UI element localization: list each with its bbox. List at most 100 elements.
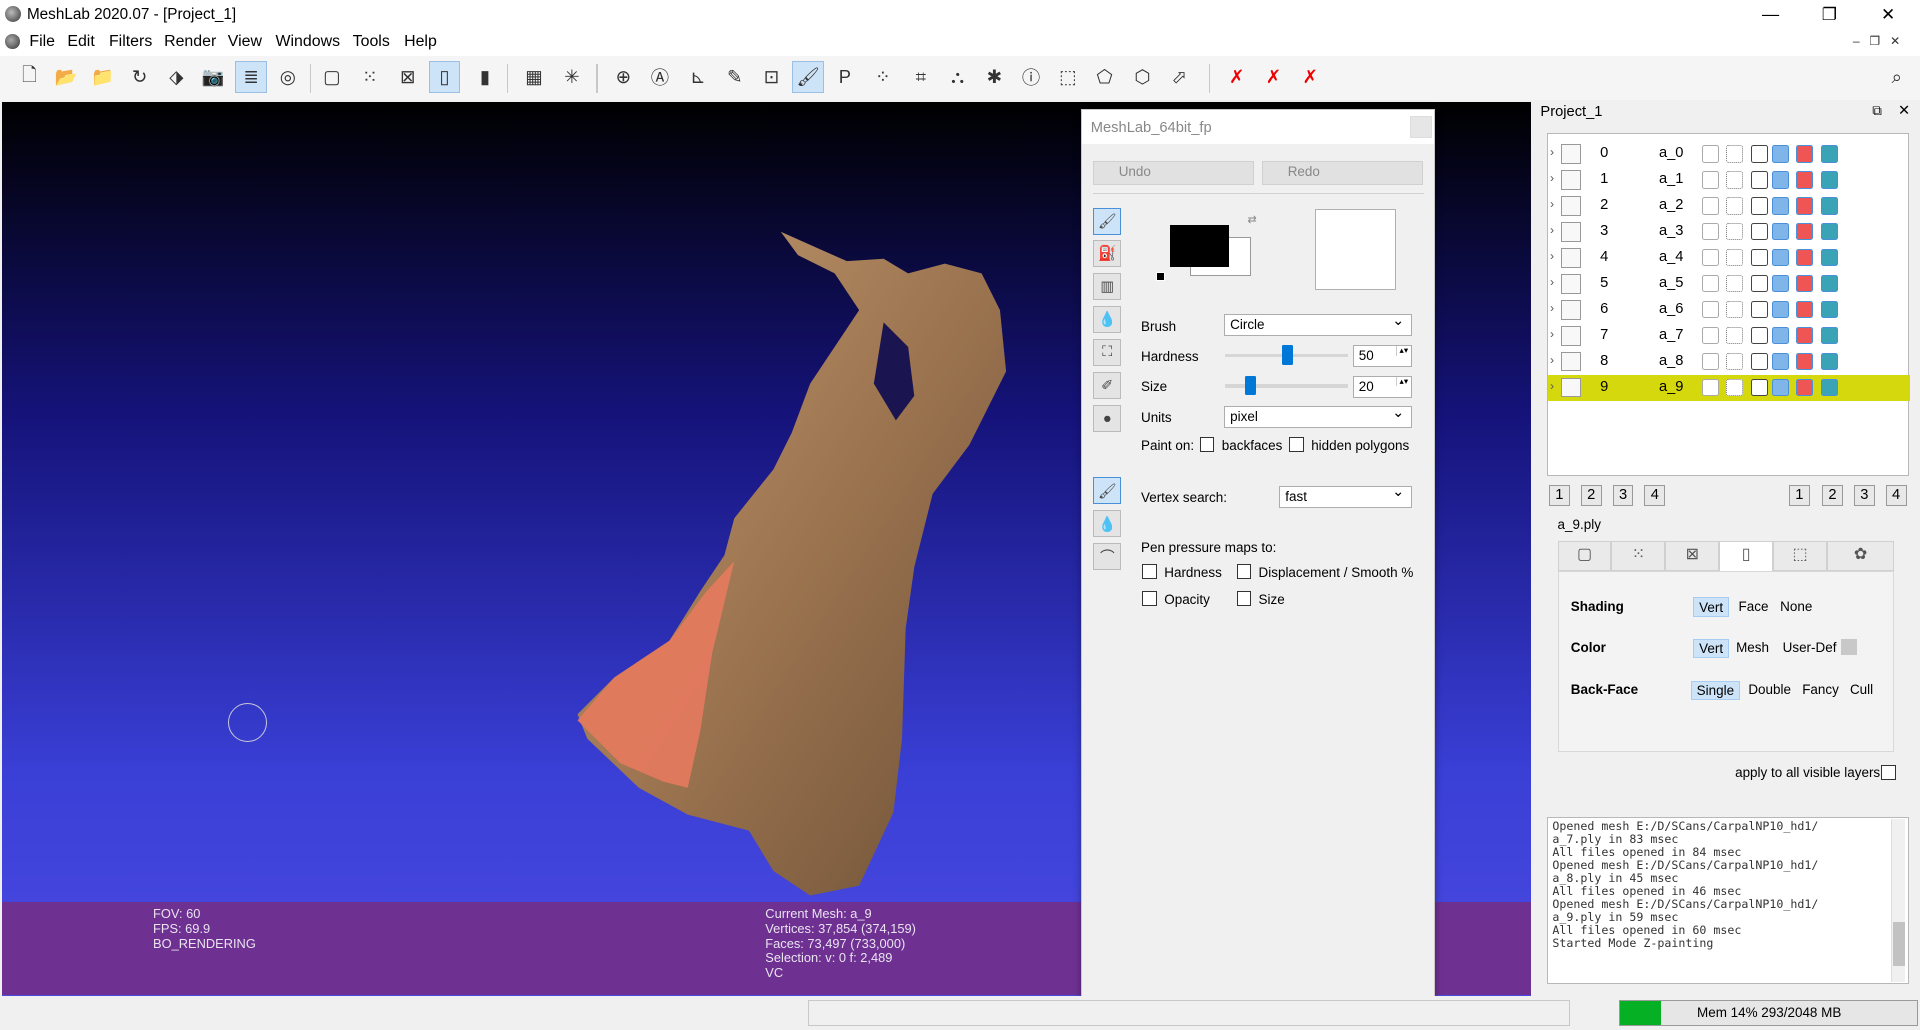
tab-other-icon[interactable]: ✿ xyxy=(1826,541,1895,571)
bbox-icon[interactable]: ▢ xyxy=(316,61,348,93)
axes-icon[interactable]: ✳ xyxy=(556,61,588,93)
layer-row[interactable]: › 1 a_1 xyxy=(1548,168,1910,194)
backface-fancy-button[interactable]: Fancy xyxy=(1802,682,1839,697)
wire-layer-icon[interactable] xyxy=(1750,145,1768,163)
tab-points-icon[interactable]: ⁙ xyxy=(1611,541,1666,571)
texture-layer-icon[interactable] xyxy=(1796,353,1814,371)
points-layer-icon[interactable] xyxy=(1726,249,1744,267)
undo-button[interactable]: Undo xyxy=(1093,161,1254,185)
backfaces-checkbox[interactable] xyxy=(1199,436,1215,452)
select-mesh-icon[interactable]: ⬠ xyxy=(1089,61,1121,93)
expand-arrow-icon[interactable]: › xyxy=(1550,275,1554,289)
expand-arrow-icon[interactable]: › xyxy=(1550,353,1554,367)
open-project-icon[interactable]: 📂 xyxy=(50,61,82,93)
delete-faces-icon[interactable]: ✗ xyxy=(1258,61,1290,93)
layer-row[interactable]: › 4 a_4 xyxy=(1548,246,1910,272)
wireframe-icon[interactable]: ⊠ xyxy=(392,61,424,93)
reload-icon[interactable]: ↻ xyxy=(124,61,156,93)
layer-row[interactable]: › 5 a_5 xyxy=(1548,272,1910,298)
pp-size-checkbox[interactable] xyxy=(1236,591,1252,606)
log-window[interactable]: Opened mesh E:/D/SCans/CarpalNP10_hd1/ a… xyxy=(1546,816,1909,985)
texture-layer-icon[interactable] xyxy=(1796,327,1814,345)
texture-layer-icon[interactable] xyxy=(1796,275,1814,293)
bbox-layer-icon[interactable] xyxy=(1701,275,1719,293)
bbox-layer-icon[interactable] xyxy=(1701,145,1719,163)
pp-opacity-checkbox[interactable] xyxy=(1142,591,1157,606)
shading-none-button[interactable]: None xyxy=(1780,599,1812,614)
right-snap-3[interactable]: 3 xyxy=(1853,484,1875,506)
extra-layer-icon[interactable] xyxy=(1820,145,1838,163)
layer-row[interactable]: › 0 a_0 xyxy=(1548,142,1910,168)
fill-layer-icon[interactable] xyxy=(1771,223,1789,241)
apply-all-checkbox[interactable] xyxy=(1880,765,1896,780)
maximize-button[interactable]: ❐ xyxy=(1812,2,1846,26)
extra-layer-icon[interactable] xyxy=(1820,171,1838,189)
points-layer-icon[interactable] xyxy=(1726,379,1744,397)
right-snap-4[interactable]: 4 xyxy=(1885,484,1907,506)
tab-fill-icon[interactable]: ▯ xyxy=(1719,541,1774,571)
menu-tools[interactable]: Tools xyxy=(353,33,390,51)
bbox-layer-icon[interactable] xyxy=(1701,353,1719,371)
brush-select[interactable]: Circle xyxy=(1224,312,1412,337)
noise-tool-icon[interactable]: ● xyxy=(1093,405,1122,432)
clone-stamp-icon[interactable]: ⛶ xyxy=(1093,338,1122,366)
import-mesh-icon[interactable]: 📁 xyxy=(87,61,119,93)
wire-layer-icon[interactable] xyxy=(1750,353,1768,371)
extra-layer-icon[interactable] xyxy=(1820,197,1838,215)
dock-close-button[interactable] xyxy=(1410,116,1433,139)
panel-close-icon[interactable]: ✕ xyxy=(1898,102,1910,119)
camera-edit-icon[interactable]: ⊡ xyxy=(756,61,788,93)
select-region-icon[interactable]: ⬚ xyxy=(1052,61,1084,93)
points-layer-icon[interactable] xyxy=(1726,223,1744,241)
fill-layer-icon[interactable] xyxy=(1771,171,1789,189)
points-layer-icon[interactable] xyxy=(1726,353,1744,371)
color-vert-button[interactable]: Vert xyxy=(1693,638,1729,659)
fill-layer-icon[interactable] xyxy=(1771,327,1789,345)
shading-face-button[interactable]: Face xyxy=(1739,599,1769,614)
extra-layer-icon[interactable] xyxy=(1820,223,1838,241)
size-spinbox[interactable]: 20 xyxy=(1352,375,1412,398)
reset-colors-icon[interactable] xyxy=(1155,271,1166,282)
points-layer-icon[interactable] xyxy=(1726,171,1744,189)
color-mesh-button[interactable]: Mesh xyxy=(1736,640,1769,655)
select-faces-icon[interactable]: ⌗ xyxy=(905,61,937,93)
extra-layer-icon[interactable] xyxy=(1820,379,1838,397)
points-icon[interactable]: ⁙ xyxy=(354,61,386,93)
redo-button[interactable]: Redo xyxy=(1262,161,1423,185)
layer-row[interactable]: › 7 a_7 xyxy=(1548,324,1910,350)
bbox-layer-icon[interactable] xyxy=(1701,249,1719,267)
expand-arrow-icon[interactable]: › xyxy=(1550,327,1554,341)
extra-layer-icon[interactable] xyxy=(1820,353,1838,371)
annotation-icon[interactable]: Ⓐ xyxy=(644,61,676,93)
expand-arrow-icon[interactable]: › xyxy=(1550,145,1554,159)
backface-double-button[interactable]: Double xyxy=(1748,682,1791,697)
globe-icon[interactable]: ⊕ xyxy=(607,61,639,93)
layer-row[interactable]: › 9 a_9 xyxy=(1547,375,1910,402)
expand-arrow-icon[interactable]: › xyxy=(1550,197,1554,211)
points-layer-icon[interactable] xyxy=(1726,275,1744,293)
size-slider[interactable] xyxy=(1225,375,1348,396)
lighting-icon[interactable]: ▦ xyxy=(518,61,550,93)
new-project-icon[interactable]: 🗋 xyxy=(13,61,45,93)
fill-layer-icon[interactable] xyxy=(1771,275,1789,293)
left-snap-2[interactable]: 2 xyxy=(1580,484,1602,506)
raster-icon[interactable]: ◎ xyxy=(272,61,304,93)
layer-row[interactable]: › 3 a_3 xyxy=(1548,220,1910,246)
tab-bbox-icon[interactable]: ▢ xyxy=(1557,541,1612,571)
layer-row[interactable]: › 6 a_6 xyxy=(1548,298,1910,324)
layers-icon[interactable]: ≣ xyxy=(235,61,267,94)
extra-layer-icon[interactable] xyxy=(1820,249,1838,267)
visibility-eye-icon[interactable] xyxy=(1561,299,1581,320)
pp-hardness-checkbox[interactable] xyxy=(1142,564,1157,579)
texture-layer-icon[interactable] xyxy=(1796,223,1814,241)
bbox-layer-icon[interactable] xyxy=(1701,197,1719,215)
snapshot-icon[interactable]: 📷 xyxy=(197,61,229,93)
float-panel-icon[interactable]: ⧉ xyxy=(1872,103,1882,119)
expand-arrow-icon[interactable]: › xyxy=(1550,249,1554,263)
expand-arrow-icon[interactable]: › xyxy=(1550,223,1554,237)
close-button[interactable]: ✕ xyxy=(1871,2,1905,26)
wire-layer-icon[interactable] xyxy=(1750,275,1768,293)
smooth-shading-icon[interactable]: ▯ xyxy=(428,61,461,94)
delete-vertices-icon[interactable]: ✗ xyxy=(1221,61,1253,93)
bbox-layer-icon[interactable] xyxy=(1701,171,1719,189)
